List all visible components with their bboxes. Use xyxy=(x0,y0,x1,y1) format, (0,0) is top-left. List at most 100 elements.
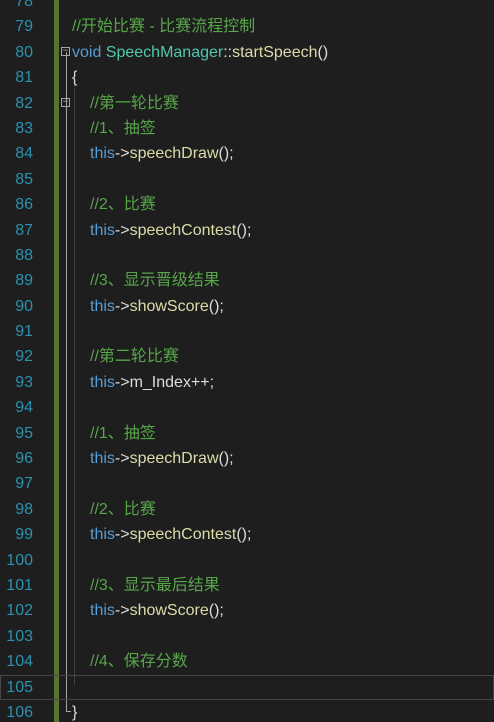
code-text: this->speechContest(); xyxy=(90,218,251,243)
code-line[interactable]: 84 this->speechDraw(); xyxy=(0,141,494,166)
code-line[interactable]: 106} xyxy=(0,700,494,722)
code-line[interactable]: 103 xyxy=(0,624,494,649)
code-text: { xyxy=(72,65,77,90)
line-number: 87 xyxy=(15,221,33,239)
code-text: //2、比赛 xyxy=(90,192,156,217)
line-number: 78 xyxy=(15,0,33,10)
line-number: 92 xyxy=(15,348,33,366)
code-line[interactable]: 83 //1、抽签 xyxy=(0,116,494,141)
code-line[interactable]: 81 { xyxy=(0,65,494,90)
code-token-fn: speechDraw xyxy=(129,450,219,468)
line-number: 100 xyxy=(6,551,33,569)
code-token-fn: showScore xyxy=(129,297,209,315)
code-line[interactable]: 101 //3、显示最后结果 xyxy=(0,573,494,598)
line-number: 94 xyxy=(15,399,33,417)
code-token-txt: (); xyxy=(236,526,252,544)
line-number: 99 xyxy=(15,526,33,544)
code-token-kw: this xyxy=(90,602,115,620)
line-number: 84 xyxy=(15,145,33,163)
code-text: this->m_Index++; xyxy=(90,370,214,395)
code-token-txt: -> xyxy=(114,297,130,315)
code-line[interactable]: 95 //1、抽签 xyxy=(0,421,494,446)
code-token-kw: void xyxy=(72,43,106,61)
code-token-txt: -> xyxy=(114,221,130,239)
code-line[interactable]: 82 − //第一轮比赛 xyxy=(0,91,494,116)
code-text: //开始比赛 - 比赛流程控制 xyxy=(72,14,255,39)
code-token-kw: this xyxy=(90,297,115,315)
code-text: this->speechDraw(); xyxy=(90,446,234,471)
code-lines[interactable]: 78 79//开始比赛 - 比赛流程控制 80− void SpeechManager… xyxy=(0,0,494,722)
collapse-minus-icon[interactable]: − xyxy=(61,97,70,107)
code-line[interactable]: 87 this->speechContest(); xyxy=(0,218,494,243)
code-line[interactable]: 94 xyxy=(0,395,494,420)
code-token-type: SpeechManager xyxy=(105,43,224,61)
code-token-fn: speechDraw xyxy=(129,145,219,163)
code-text: //2、比赛 xyxy=(90,497,156,522)
line-number: 80 xyxy=(15,43,33,61)
code-line[interactable]: 85 xyxy=(0,167,494,192)
code-token-comment: //3、显示最后结果 xyxy=(90,576,220,594)
code-token-fn: showScore xyxy=(129,602,209,620)
code-token-comment: //第一轮比赛 xyxy=(90,94,179,112)
code-line[interactable]: 88 xyxy=(0,243,494,268)
code-token-kw: this xyxy=(90,221,115,239)
line-number: 91 xyxy=(15,323,33,341)
code-line[interactable]: 98 //2、比赛 xyxy=(0,497,494,522)
code-token-comment: //2、比赛 xyxy=(90,196,156,214)
code-token-txt: -> xyxy=(114,602,130,620)
line-number: 103 xyxy=(6,627,33,645)
code-line[interactable]: 99 this->speechContest(); xyxy=(0,522,494,547)
collapse-minus-icon[interactable]: − xyxy=(61,46,70,56)
code-token-txt: :: xyxy=(223,43,233,61)
code-line[interactable]: 96 this->speechDraw(); xyxy=(0,446,494,471)
code-token-txt: (); xyxy=(236,221,252,239)
code-token-kw: this xyxy=(90,450,115,468)
line-number: 104 xyxy=(6,653,33,671)
code-token-fn: speechContest xyxy=(129,221,237,239)
code-line[interactable]: 91 xyxy=(0,319,494,344)
code-line[interactable]: 97 xyxy=(0,471,494,496)
code-token-comment: //3、显示晋级结果 xyxy=(90,272,220,290)
code-token-comment: //1、抽签 xyxy=(90,119,156,137)
code-text: //第一轮比赛 xyxy=(90,91,179,116)
code-token-txt: -> xyxy=(114,450,130,468)
code-token-txt: ->m_Index++; xyxy=(114,373,215,391)
code-text: //3、显示最后结果 xyxy=(90,573,220,598)
code-token-kw: this xyxy=(90,526,115,544)
line-number: 90 xyxy=(15,297,33,315)
code-token-txt: (); xyxy=(208,297,224,315)
code-line[interactable]: 80 − void SpeechManager::startSpeech() xyxy=(0,40,494,65)
line-number: 93 xyxy=(15,373,33,391)
line-number: 88 xyxy=(15,246,33,264)
code-token-fn: startSpeech xyxy=(232,43,318,61)
code-line[interactable]: 86 //2、比赛 xyxy=(0,192,494,217)
code-token-kw: this xyxy=(90,145,115,163)
line-number: 98 xyxy=(15,500,33,518)
line-number: 96 xyxy=(15,450,33,468)
code-line[interactable]: 102 this->showScore(); xyxy=(0,598,494,623)
code-line[interactable]: 79 //开始比赛 - 比赛流程控制 xyxy=(0,14,494,39)
code-token-txt: -> xyxy=(114,145,130,163)
line-number: 106 xyxy=(6,703,33,721)
code-line[interactable]: 90 this->showScore(); xyxy=(0,294,494,319)
line-number: 85 xyxy=(15,170,33,188)
current-code-line[interactable]: 105 xyxy=(0,674,494,700)
line-number: 79 xyxy=(15,18,33,36)
code-token-comment: //第二轮比赛 xyxy=(90,348,179,366)
code-token-kw: this xyxy=(90,373,115,391)
code-token-txt: -> xyxy=(114,526,130,544)
code-line[interactable]: 92 //第二轮比赛 xyxy=(0,344,494,369)
code-token-txt: () xyxy=(317,43,329,61)
code-editor[interactable]: 78 79//开始比赛 - 比赛流程控制 80− void SpeechManager… xyxy=(0,0,494,722)
code-token-comment: //2、比赛 xyxy=(90,500,156,518)
line-number: 86 xyxy=(15,196,33,214)
code-line[interactable]: 100 xyxy=(0,548,494,573)
code-line[interactable]: 78 xyxy=(0,0,494,14)
code-line[interactable]: 104 //4、保存分数 xyxy=(0,649,494,674)
line-number: 105 xyxy=(6,678,33,696)
code-token-txt: } xyxy=(72,703,78,721)
code-line[interactable]: 93 this->m_Index++; xyxy=(0,370,494,395)
code-text: this->showScore(); xyxy=(90,294,224,319)
code-token-txt: { xyxy=(72,69,78,87)
code-line[interactable]: 89 //3、显示晋级结果 xyxy=(0,268,494,293)
